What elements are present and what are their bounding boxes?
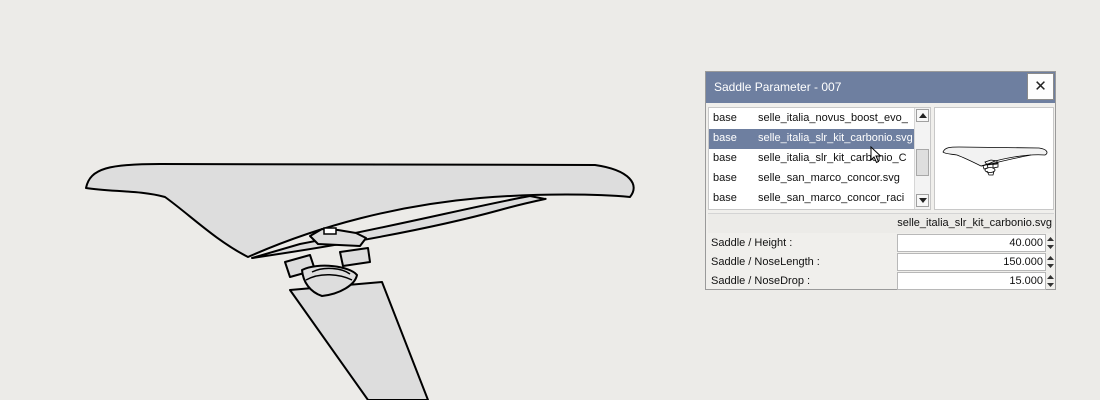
nosedrop-input[interactable]: 15.000 [897,272,1046,290]
param-row-nosedrop: Saddle / NoseDrop : 15.000 [706,272,1055,291]
spin-up-icon [1047,256,1054,260]
nosedrop-spinner[interactable] [1047,272,1054,290]
spin-up-icon [1047,237,1054,241]
spin-up-icon [1047,275,1054,279]
dialog-title: Saddle Parameter - 007 [714,80,842,94]
list-item-file: selle_san_marco_concor.svg [758,172,900,184]
spin-down-icon [1047,283,1054,287]
close-icon: ✕ [1034,78,1047,95]
param-value: 40.000 [1009,237,1043,249]
spin-down-icon [1047,264,1054,268]
mouse-cursor-icon [870,146,882,164]
list-item-type: base [713,172,737,184]
list-item[interactable]: base selle_san_marco_concor.svg [709,169,914,189]
spin-down-icon [1047,245,1054,249]
selected-filename-bar: selle_italia_slr_kit_carbonio.svg [708,213,1054,233]
list-item[interactable]: base selle_san_marco_concor_raci [709,189,914,209]
scroll-down-button[interactable] [916,194,929,207]
selected-filename: selle_italia_slr_kit_carbonio.svg [897,217,1052,229]
seatpost [289,281,429,400]
param-value: 150.000 [1003,256,1043,268]
param-label: Saddle / NoseLength : [711,256,820,268]
list-item-type: base [713,152,737,164]
arrow-up-icon [919,113,927,118]
scroll-up-button[interactable] [916,109,929,122]
saddle-thumbnail [942,146,1048,176]
param-value: 15.000 [1009,275,1043,287]
saddle-preview [934,107,1054,210]
clamp-right [339,247,371,267]
list-item-file: selle_italia_slr_kit_carbonio_C [758,152,907,164]
dialog-titlebar[interactable]: Saddle Parameter - 007 ✕ [706,72,1055,103]
list-item-file: selle_italia_novus_boost_evo_ [758,112,908,124]
saddle-parameter-dialog: Saddle Parameter - 007 ✕ base selle_ital… [705,71,1056,290]
list-item[interactable]: base selle_italia_novus_boost_evo_ [709,109,914,129]
height-spinner[interactable] [1047,234,1054,252]
noselength-spinner[interactable] [1047,253,1054,271]
list-item[interactable]: base selle_italia_slr_kit_carbonio_C [709,149,914,169]
param-label: Saddle / NoseDrop : [711,275,811,287]
height-input[interactable]: 40.000 [897,234,1046,252]
list-item-file: selle_italia_slr_kit_carbonio.svg [758,132,912,144]
list-item-file: selle_san_marco_concor_raci [758,192,905,204]
list-item-selected[interactable]: base selle_italia_slr_kit_carbonio.svg [709,129,914,149]
scroll-thumb[interactable] [916,149,929,176]
param-label: Saddle / Height : [711,237,793,249]
list-item-type: base [713,192,737,204]
list-item-type: base [713,112,737,124]
list-scrollbar[interactable] [914,108,930,209]
saddle-model-list[interactable]: base selle_italia_novus_boost_evo_ base … [708,107,931,210]
close-button[interactable]: ✕ [1027,73,1054,100]
param-row-noselength: Saddle / NoseLength : 150.000 [706,253,1055,272]
list-item-type: base [713,132,737,144]
noselength-input[interactable]: 150.000 [897,253,1046,271]
param-row-height: Saddle / Height : 40.000 [706,234,1055,253]
arrow-down-icon [919,198,927,203]
